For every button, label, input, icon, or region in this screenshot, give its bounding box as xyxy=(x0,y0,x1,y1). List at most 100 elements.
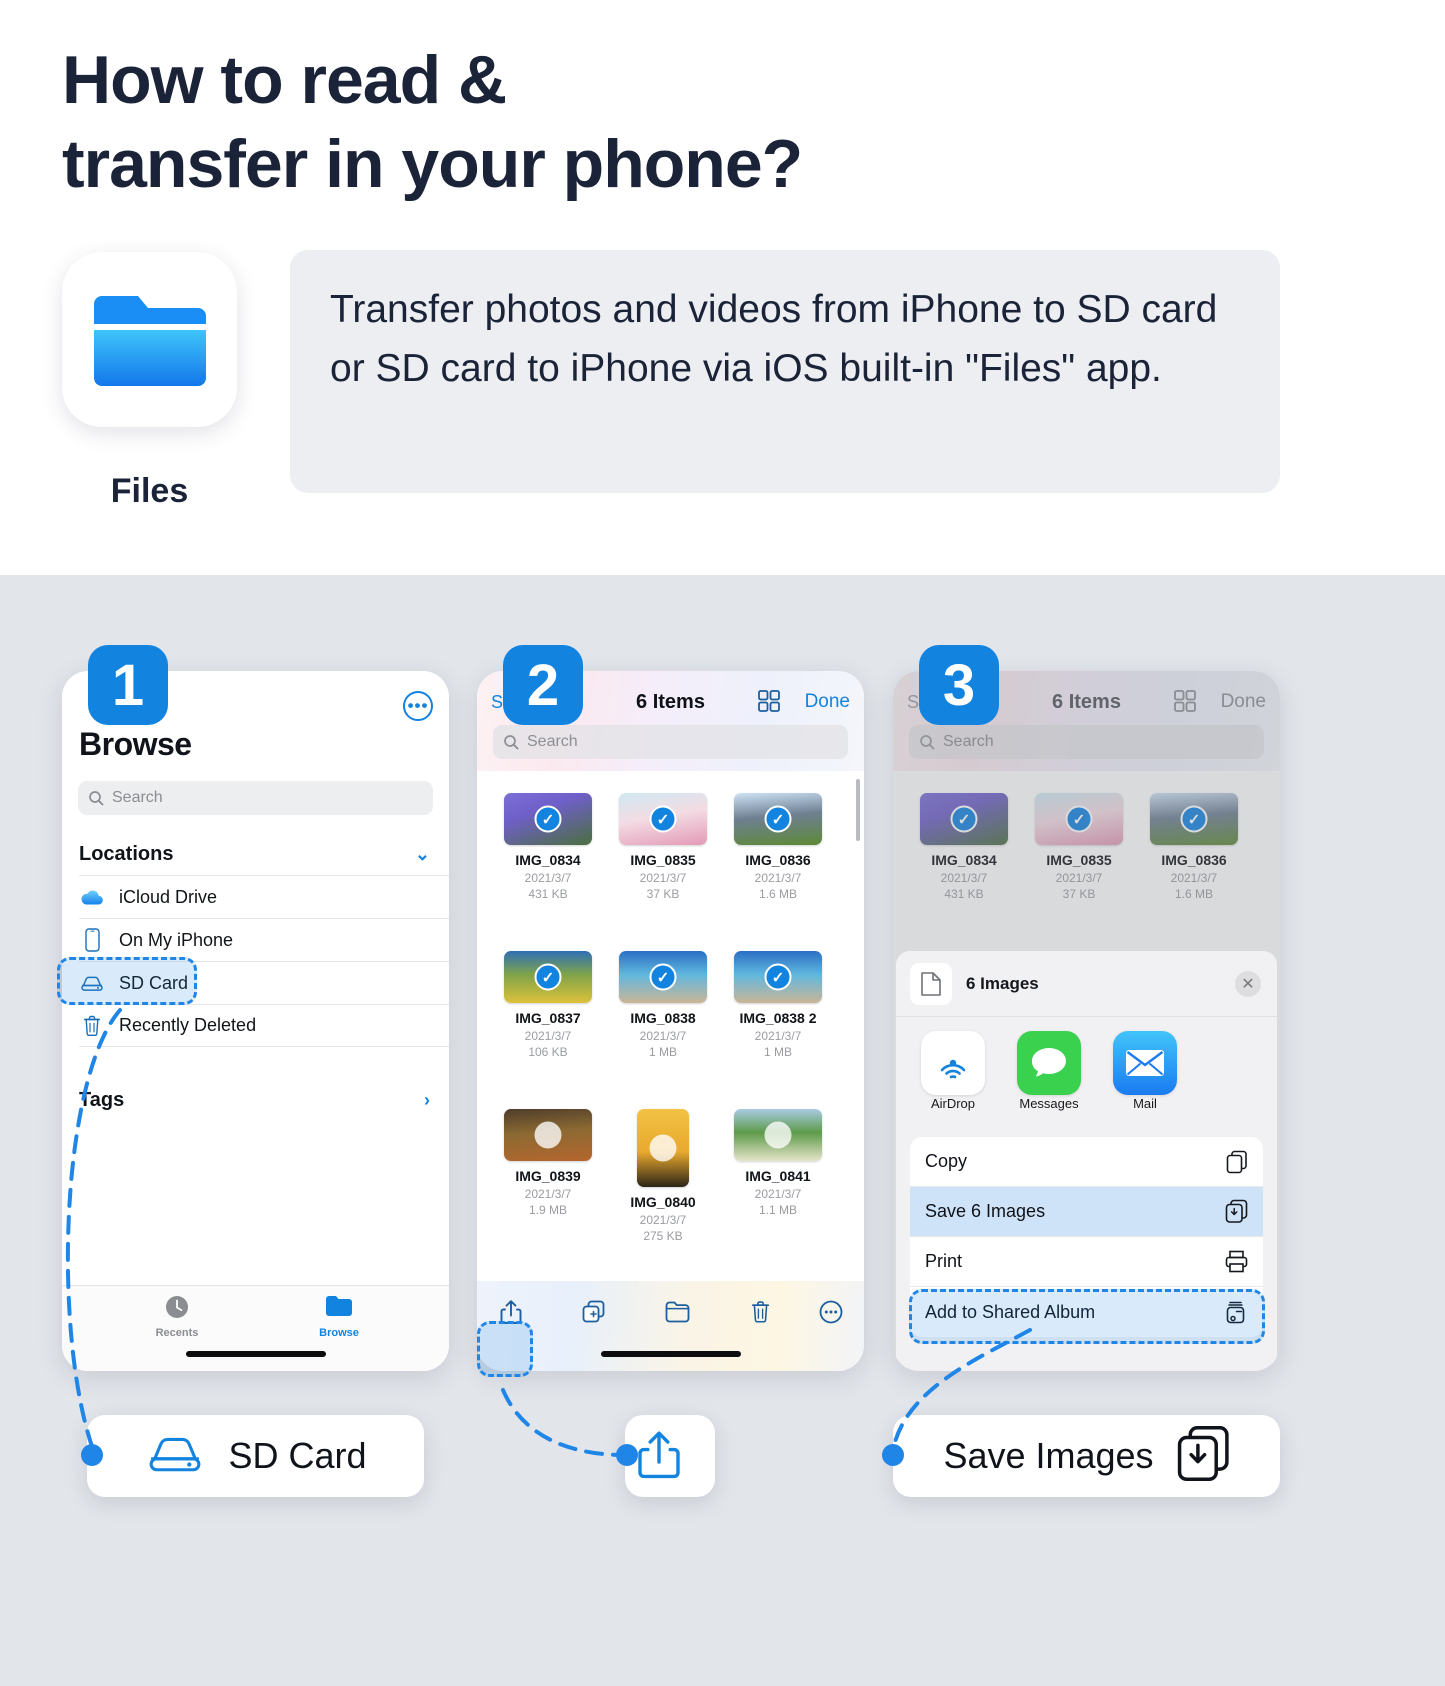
share-icon[interactable] xyxy=(489,1295,533,1329)
file-tile[interactable]: ✓ IMG_0835 2021/3/7 37 KB xyxy=(608,793,718,901)
sidebar-item-on-my-iphone[interactable]: On My iPhone xyxy=(79,918,449,961)
file-name: IMG_0841 xyxy=(745,1168,811,1184)
search-placeholder: Search xyxy=(527,733,578,750)
file-date: 2021/3/7 xyxy=(639,1029,687,1043)
file-size: 37 KB xyxy=(646,887,680,901)
file-name: IMG_0840 xyxy=(630,1194,696,1210)
step-badge-2: 2 xyxy=(503,645,583,725)
unselected-circle-icon[interactable] xyxy=(649,1134,677,1162)
share-target-airdrop[interactable]: AirDrop xyxy=(918,1031,988,1125)
checkmark-icon[interactable]: ✓ xyxy=(534,805,562,833)
page-title: How to read & transfer in your phone? xyxy=(62,38,1162,206)
file-name: IMG_0834 xyxy=(515,852,581,868)
save-images-icon xyxy=(1176,1425,1230,1488)
file-date: 2021/3/7 xyxy=(524,1187,572,1201)
chevron-right-icon[interactable]: › xyxy=(424,1090,434,1111)
callout-sd-card: SD Card xyxy=(87,1415,424,1497)
search-input[interactable]: Search xyxy=(78,781,433,815)
action-label: Save 6 Images xyxy=(925,1201,1046,1221)
home-indicator xyxy=(185,1351,326,1357)
file-name: IMG_0837 xyxy=(515,1010,581,1026)
callout-label: Save Images xyxy=(943,1435,1154,1476)
action-copy[interactable]: Copy xyxy=(910,1137,1263,1187)
file-thumbnail: ✓ xyxy=(504,793,592,845)
trash-icon[interactable] xyxy=(738,1295,782,1329)
unselected-circle-icon[interactable] xyxy=(764,1121,792,1149)
search-input[interactable]: Search xyxy=(493,725,848,759)
sidebar-item-sd-card[interactable]: SD Card xyxy=(79,961,449,1004)
save-images-icon xyxy=(1225,1199,1248,1224)
home-indicator xyxy=(600,1351,741,1357)
sidebar-item-label: Recently Deleted xyxy=(119,1015,257,1035)
share-target-label: Messages xyxy=(1019,1096,1079,1111)
action-print[interactable]: Print xyxy=(910,1237,1263,1287)
sidebar-item-icloud-drive[interactable]: iCloud Drive xyxy=(79,875,449,918)
grid-view-icon[interactable] xyxy=(758,690,780,717)
file-thumbnail xyxy=(504,1109,592,1161)
sidebar-item-label: SD Card xyxy=(119,972,189,993)
messages-icon xyxy=(1017,1031,1081,1095)
more-icon[interactable] xyxy=(809,1295,853,1329)
share-sheet-header: 6 Images ✕ xyxy=(896,951,1277,1017)
step-badge-3: 3 xyxy=(919,645,999,725)
file-size: 106 KB xyxy=(528,1045,568,1059)
hero-section: How to read & transfer in your phone? Fi… xyxy=(0,0,1445,575)
file-tile[interactable]: ✓ IMG_0836 2021/3/7 1.6 MB xyxy=(723,793,833,901)
checkmark-icon[interactable]: ✓ xyxy=(534,963,562,991)
shared-album-icon xyxy=(1226,1300,1248,1324)
checkmark-icon[interactable]: ✓ xyxy=(764,805,792,833)
scrollbar[interactable] xyxy=(856,779,860,841)
share-apps-row: AirDrop Messages Mail xyxy=(896,1017,1277,1125)
file-tile[interactable]: ✓ IMG_0838 2 2021/3/7 1 MB xyxy=(723,951,833,1059)
callout-save-images: Save Images xyxy=(893,1415,1280,1497)
mail-icon xyxy=(1113,1031,1177,1095)
folder-icon xyxy=(294,1294,384,1324)
file-tile[interactable]: ✓ IMG_0834 2021/3/7 431 KB xyxy=(493,793,603,901)
section-header-locations[interactable]: Locations ⌄ xyxy=(79,833,434,875)
tab-browse[interactable]: Browse xyxy=(294,1294,384,1339)
iphone-icon xyxy=(79,928,105,952)
file-tile[interactable]: ✓ IMG_0838 2021/3/7 1 MB xyxy=(608,951,718,1059)
description-card: Transfer photos and videos from iPhone t… xyxy=(290,250,1280,493)
search-icon xyxy=(504,735,519,750)
checkmark-icon[interactable]: ✓ xyxy=(649,963,677,991)
chevron-down-icon[interactable]: ⌄ xyxy=(415,844,434,865)
file-size: 275 KB xyxy=(643,1229,683,1243)
tab-recents[interactable]: Recents xyxy=(132,1294,222,1339)
file-date: 2021/3/7 xyxy=(639,871,687,885)
printer-icon xyxy=(1225,1250,1248,1273)
step-badge-1: 1 xyxy=(88,645,168,725)
folder-glyph xyxy=(93,295,206,386)
duplicate-icon[interactable] xyxy=(572,1295,616,1329)
trash-icon xyxy=(79,1015,105,1037)
folder-icon[interactable] xyxy=(655,1295,699,1329)
file-size: 1.1 MB xyxy=(758,1203,797,1217)
close-icon[interactable]: ✕ xyxy=(1235,971,1261,997)
share-target-messages[interactable]: Messages xyxy=(1014,1031,1084,1125)
action-save-images[interactable]: Save 6 Images xyxy=(910,1187,1263,1237)
section-header-tags[interactable]: Tags › xyxy=(79,1079,434,1121)
file-tile[interactable]: IMG_0840 2021/3/7 275 KB xyxy=(608,1109,718,1243)
action-label: Add to Shared Album xyxy=(925,1301,1096,1322)
steps-section: ••• Browse Search Locations ⌄ iCloud Dri… xyxy=(0,575,1445,1686)
file-thumbnail: ✓ xyxy=(504,951,592,1003)
checkmark-icon[interactable]: ✓ xyxy=(764,963,792,991)
action-label: Copy xyxy=(925,1151,968,1171)
file-tile[interactable]: IMG_0839 2021/3/7 1.9 MB xyxy=(493,1109,603,1217)
file-date: 2021/3/7 xyxy=(524,871,572,885)
done-button[interactable]: Done xyxy=(805,691,850,713)
page-title-line-2: transfer in your phone? xyxy=(62,126,803,202)
share-sheet-title: 6 Images xyxy=(966,973,1039,993)
sidebar-item-recently-deleted[interactable]: Recently Deleted xyxy=(79,1004,449,1047)
file-thumbnail: ✓ xyxy=(734,951,822,1003)
share-target-label: Mail xyxy=(1133,1096,1157,1111)
tab-label: Recents xyxy=(155,1327,199,1339)
file-tile[interactable]: ✓ IMG_0837 2021/3/7 106 KB xyxy=(493,951,603,1059)
more-icon[interactable]: ••• xyxy=(403,691,433,721)
action-add-to-shared-album[interactable]: Add to Shared Album xyxy=(910,1287,1263,1337)
checkmark-icon[interactable]: ✓ xyxy=(649,805,677,833)
file-tile[interactable]: IMG_0841 2021/3/7 1.1 MB xyxy=(723,1109,833,1217)
unselected-circle-icon[interactable] xyxy=(534,1121,562,1149)
file-size: 431 KB xyxy=(528,887,568,901)
share-target-mail[interactable]: Mail xyxy=(1110,1031,1180,1125)
